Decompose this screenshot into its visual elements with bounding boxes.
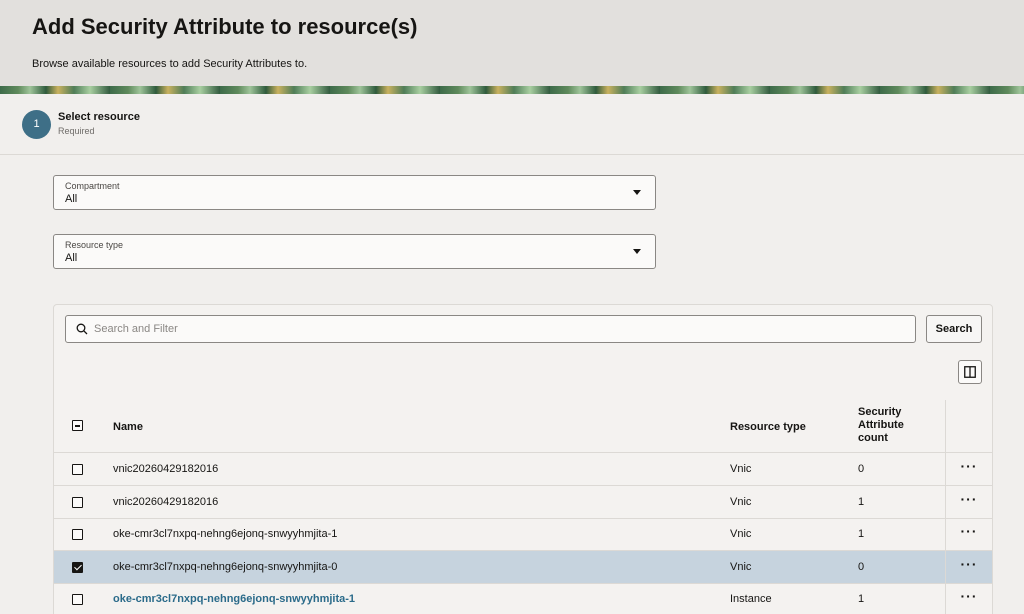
- caret-down-icon: [633, 249, 641, 254]
- resource-type-value: All: [65, 252, 78, 264]
- more-actions-icon[interactable]: ···: [957, 491, 981, 511]
- table-row[interactable]: vnic20260429182016 Vnic 1 ···: [54, 486, 992, 519]
- actions-column-divider: [945, 400, 946, 614]
- search-filter-box[interactable]: [65, 315, 916, 343]
- table-row[interactable]: oke-cmr3cl7nxpq-nehng6ejonq-snwyyhmjita-…: [54, 518, 992, 551]
- compartment-value: All: [65, 193, 78, 205]
- column-settings-button[interactable]: [958, 360, 982, 384]
- resource-type-cell: Vnic: [730, 560, 752, 573]
- resource-name: oke-cmr3cl7nxpq-nehng6ejonq-snwyyhmjita-…: [113, 528, 338, 540]
- resource-type-label: Resource type: [65, 240, 124, 250]
- step-indicator: 1 Select resource Required: [22, 110, 322, 140]
- more-actions-icon[interactable]: ···: [957, 523, 981, 543]
- search-input[interactable]: [94, 320, 894, 338]
- table-row[interactable]: vnic20260429182016 Vnic 0 ···: [54, 453, 992, 486]
- column-header-name: Name: [113, 421, 143, 433]
- search-icon: [76, 323, 88, 335]
- table-row[interactable]: oke-cmr3cl7nxpq-nehng6ejonq-snwyyhmjita-…: [54, 583, 992, 614]
- columns-icon: [964, 366, 976, 378]
- more-actions-icon[interactable]: ···: [957, 588, 981, 608]
- resource-name: vnic20260429182016: [113, 495, 219, 508]
- resource-type-cell: Vnic: [730, 528, 752, 540]
- row-checkbox[interactable]: [72, 464, 83, 475]
- row-checkbox[interactable]: [72, 496, 83, 508]
- page-header: Add Security Attribute to resource(s) Br…: [0, 0, 1024, 94]
- step-number-badge: 1: [22, 110, 51, 139]
- compartment-select[interactable]: Compartment All: [53, 175, 656, 210]
- caret-down-icon: [633, 190, 641, 195]
- step-required-label: Required: [58, 126, 95, 136]
- security-attribute-count-cell: 1: [858, 528, 865, 540]
- row-checkbox[interactable]: [72, 561, 83, 573]
- resource-type-cell: Instance: [730, 593, 772, 605]
- compartment-label: Compartment: [65, 181, 120, 191]
- section-divider: [0, 154, 1024, 155]
- more-actions-icon[interactable]: ···: [957, 458, 981, 478]
- column-header-resource-type: Resource type: [730, 421, 806, 433]
- security-attribute-count-cell: 1: [858, 495, 865, 508]
- search-button[interactable]: Search: [926, 315, 982, 343]
- security-attribute-count-cell: 0: [858, 463, 865, 475]
- decorative-banner: [0, 86, 1024, 94]
- table-header: Name Resource type Security Attribute co…: [54, 400, 992, 453]
- row-checkbox[interactable]: [72, 529, 83, 540]
- more-actions-icon[interactable]: ···: [957, 556, 981, 576]
- security-attribute-count-cell: 0: [858, 560, 865, 573]
- resource-type-cell: Vnic: [730, 463, 752, 475]
- table-row[interactable]: oke-cmr3cl7nxpq-nehng6ejonq-snwyyhmjita-…: [54, 550, 992, 584]
- resource-type-cell: Vnic: [730, 495, 752, 508]
- resource-name: oke-cmr3cl7nxpq-nehng6ejonq-snwyyhmjita-…: [113, 560, 338, 573]
- page-subtitle: Browse available resources to add Securi…: [32, 58, 308, 70]
- select-all-checkbox[interactable]: [72, 420, 83, 431]
- security-attribute-count-cell: 1: [858, 593, 865, 605]
- step-title: Select resource: [58, 111, 140, 123]
- resource-name: vnic20260429182016: [113, 463, 219, 475]
- page-title: Add Security Attribute to resource(s): [32, 14, 418, 39]
- row-checkbox[interactable]: [72, 594, 83, 605]
- column-header-security-attribute-count: Security Attribute count: [858, 406, 904, 444]
- resource-name-link[interactable]: oke-cmr3cl7nxpq-nehng6ejonq-snwyyhmjita-…: [113, 593, 355, 605]
- resource-type-select[interactable]: Resource type All: [53, 234, 656, 269]
